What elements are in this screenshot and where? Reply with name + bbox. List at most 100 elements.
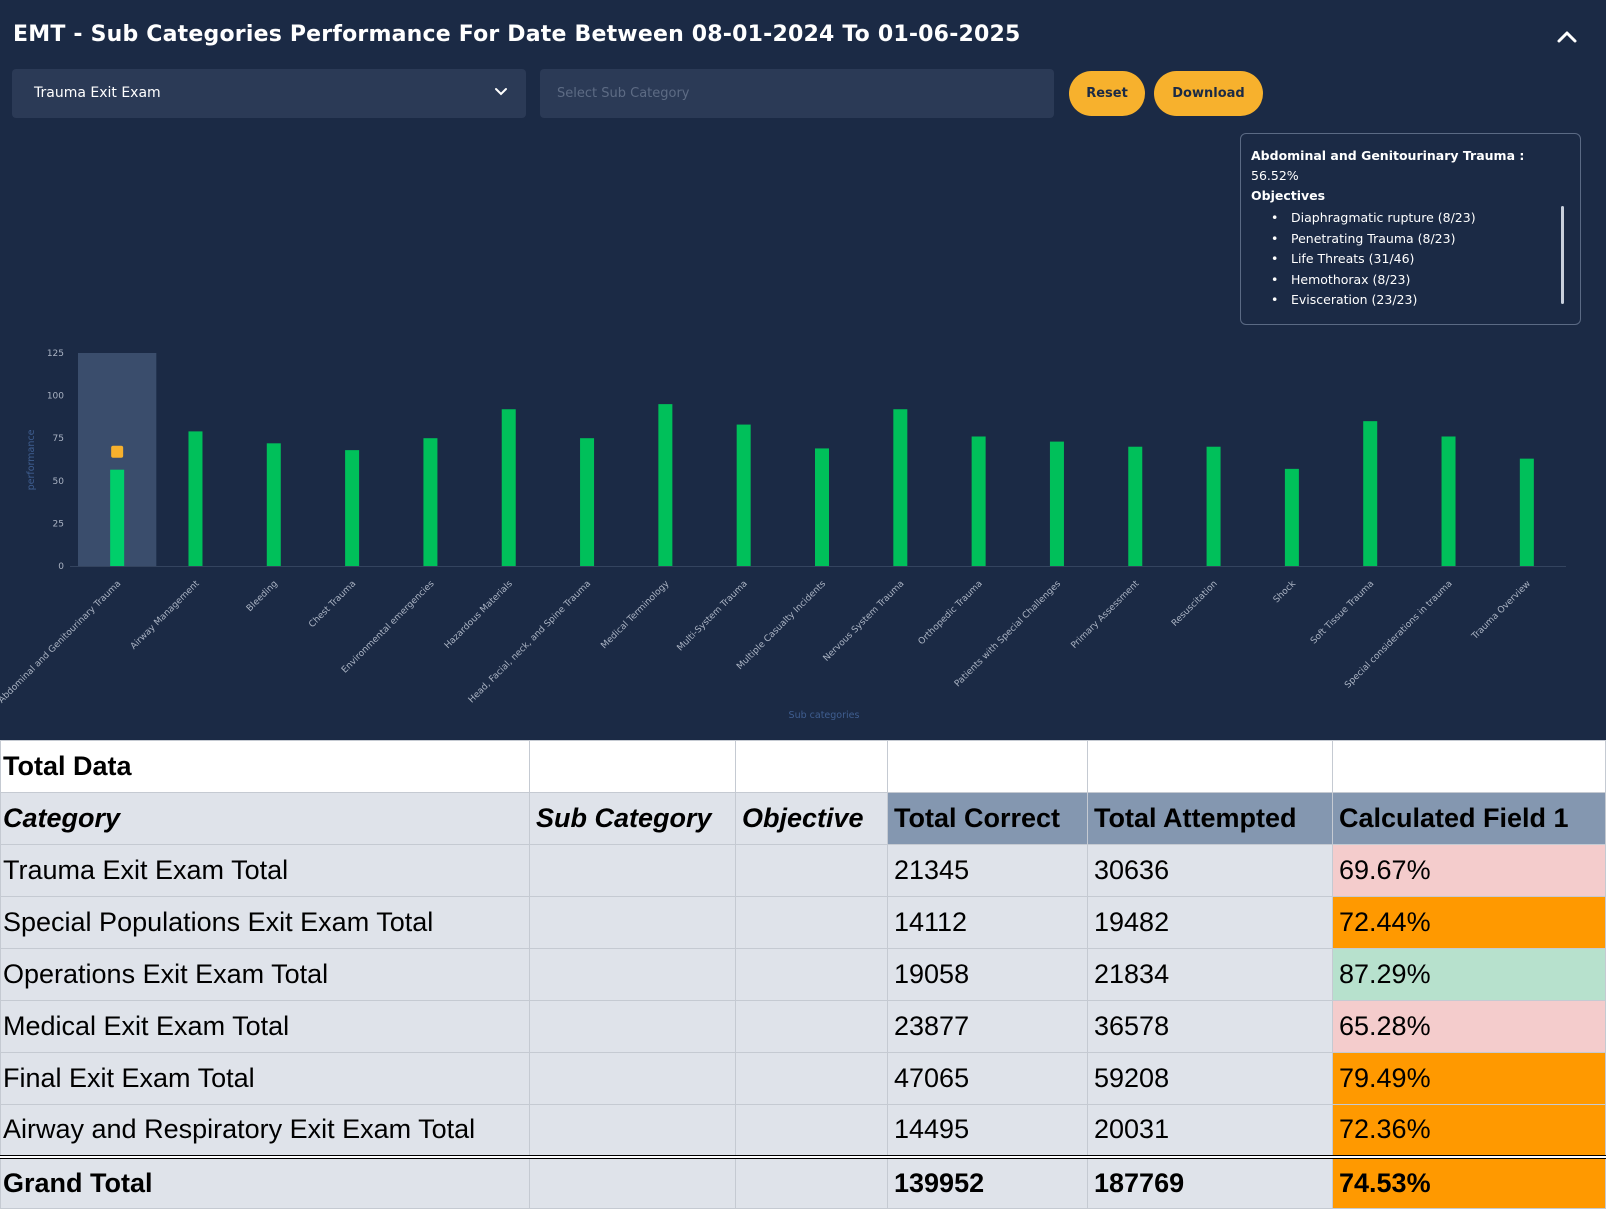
sub-category-cell xyxy=(529,844,736,897)
grand-total-label: Grand Total xyxy=(0,1154,530,1209)
category-cell: Special Populations Exit Exam Total xyxy=(0,896,530,949)
table-row: Operations Exit Exam Total 19058 21834 8… xyxy=(0,948,1606,1001)
total-attempted-cell: 59208 xyxy=(1087,1052,1333,1105)
bar xyxy=(580,438,595,566)
bar xyxy=(1128,446,1143,566)
table-title-row: Total Data xyxy=(0,740,1606,793)
total-correct-cell: 47065 xyxy=(887,1052,1088,1105)
x-tick-label: Multiple Casualty Incidents xyxy=(735,579,828,672)
hover-marker xyxy=(111,445,124,458)
bar xyxy=(1519,458,1534,566)
calculated-field-cell: 87.29% xyxy=(1332,948,1606,1001)
column-header[interactable]: Category xyxy=(0,792,530,845)
y-tick-label: 75 xyxy=(53,434,64,444)
objective-cell xyxy=(735,896,888,949)
calculated-field-cell: 69.67% xyxy=(1332,844,1606,897)
column-header[interactable]: Calculated Field 1 xyxy=(1332,792,1606,845)
bar xyxy=(1284,468,1299,566)
bar xyxy=(893,409,908,566)
column-header[interactable]: Sub Category xyxy=(529,792,736,845)
objective-item: Evisceration (23/23) xyxy=(1271,290,1476,311)
grand-total-correct: 139952 xyxy=(887,1154,1088,1209)
bar xyxy=(423,438,438,566)
bar xyxy=(736,424,751,566)
tooltip-scrollbar[interactable] xyxy=(1561,206,1564,304)
sub-category-cell xyxy=(529,1000,736,1053)
bar xyxy=(1441,436,1456,566)
category-cell: Operations Exit Exam Total xyxy=(0,948,530,1001)
objective-cell xyxy=(735,1000,888,1053)
y-tick-label: 0 xyxy=(58,562,64,572)
total-attempted-cell: 36578 xyxy=(1087,1000,1333,1053)
objective-item: Diaphragmatic rupture (8/23) xyxy=(1271,208,1476,229)
x-tick-label: Airway Management xyxy=(129,579,202,652)
total-correct-cell: 23877 xyxy=(887,1000,1088,1053)
x-tick-label: Primary Assessment xyxy=(1070,579,1142,651)
column-header[interactable]: Total Correct xyxy=(887,792,1088,845)
grand-total-row: Grand Total 139952 187769 74.53% xyxy=(0,1154,1606,1209)
total-correct-cell: 19058 xyxy=(887,948,1088,1001)
column-header[interactable]: Objective xyxy=(735,792,888,845)
y-tick-label: 50 xyxy=(53,477,65,487)
x-tick-label: Hazardous Materials xyxy=(443,579,515,651)
category-cell: Airway and Respiratory Exit Exam Total xyxy=(0,1104,530,1157)
objective-cell xyxy=(735,1052,888,1105)
y-tick-label: 100 xyxy=(47,392,64,402)
bar xyxy=(1206,446,1221,566)
table-header-row: Category Sub Category Objective Total Co… xyxy=(0,792,1606,845)
objective-item: Hemothorax (8/23) xyxy=(1271,270,1476,291)
table-row: Special Populations Exit Exam Total 1411… xyxy=(0,896,1606,949)
column-header[interactable]: Total Attempted xyxy=(1087,792,1333,845)
total-attempted-cell: 30636 xyxy=(1087,844,1333,897)
objective-cell xyxy=(735,844,888,897)
total-correct-cell: 14495 xyxy=(887,1104,1088,1157)
sub-category-cell xyxy=(529,948,736,1001)
objective-item: Life Threats (31/46) xyxy=(1271,249,1476,270)
calculated-field-cell: 72.44% xyxy=(1332,896,1606,949)
x-tick-label: Bleeding xyxy=(245,579,280,614)
bar xyxy=(266,443,281,566)
x-tick-label: Shock xyxy=(1272,579,1299,606)
total-correct-cell: 21345 xyxy=(887,844,1088,897)
x-tick-label: Soft Tissue Trauma xyxy=(1309,579,1376,646)
x-axis-label: Sub categories xyxy=(789,710,860,721)
x-tick-label: Medical Terminology xyxy=(599,579,672,652)
total-correct-cell: 14112 xyxy=(887,896,1088,949)
tooltip-heading: Abdominal and Genitourinary Trauma : xyxy=(1251,148,1525,163)
total-attempted-cell: 20031 xyxy=(1087,1104,1333,1157)
bar xyxy=(1049,441,1064,566)
bar xyxy=(110,469,125,566)
calculated-field-cell: 65.28% xyxy=(1332,1000,1606,1053)
category-cell: Final Exit Exam Total xyxy=(0,1052,530,1105)
y-tick-label: 125 xyxy=(47,349,64,359)
category-cell: Trauma Exit Exam Total xyxy=(0,844,530,897)
total-attempted-cell: 19482 xyxy=(1087,896,1333,949)
x-tick-label: Abdominal and Genitourinary Trauma xyxy=(0,579,123,705)
objective-cell xyxy=(735,1104,888,1157)
dashboard-panel: EMT - Sub Categories Performance For Dat… xyxy=(0,0,1606,740)
table-row: Medical Exit Exam Total 23877 36578 65.2… xyxy=(0,1000,1606,1053)
x-tick-label: Orthopedic Trauma xyxy=(917,579,985,647)
objectives-list: Diaphragmatic rupture (8/23) Penetrating… xyxy=(1271,208,1476,311)
sub-category-cell xyxy=(529,1052,736,1105)
bar xyxy=(188,431,203,566)
objective-cell xyxy=(735,948,888,1001)
table-title: Total Data xyxy=(0,740,530,793)
bar xyxy=(971,436,986,566)
bar xyxy=(1363,421,1378,566)
total-data-table: Total Data Category Sub Category Objecti… xyxy=(0,740,1606,1210)
sub-category-cell xyxy=(529,896,736,949)
tooltip-objectives-label: Objectives xyxy=(1251,188,1326,203)
grand-total-attempted: 187769 xyxy=(1087,1154,1333,1209)
bar xyxy=(658,404,673,566)
calculated-field-cell: 72.36% xyxy=(1332,1104,1606,1157)
x-tick-label: Nervous System Trauma xyxy=(822,579,907,664)
tooltip-value: 56.52% xyxy=(1251,168,1299,183)
sub-category-cell xyxy=(529,1104,736,1157)
table-row: Trauma Exit Exam Total 21345 30636 69.67… xyxy=(0,844,1606,897)
x-tick-label: Head, Facial, neck, and Spine Trauma xyxy=(467,579,593,705)
chart-tooltip: Abdominal and Genitourinary Trauma : 56.… xyxy=(1240,133,1581,325)
bar xyxy=(345,450,360,566)
x-tick-label: Environmental emergencies xyxy=(340,579,437,676)
bar-chart: 0 25 50 75 100 125 Abdominal and Genitourinary… xyxy=(0,349,1566,721)
